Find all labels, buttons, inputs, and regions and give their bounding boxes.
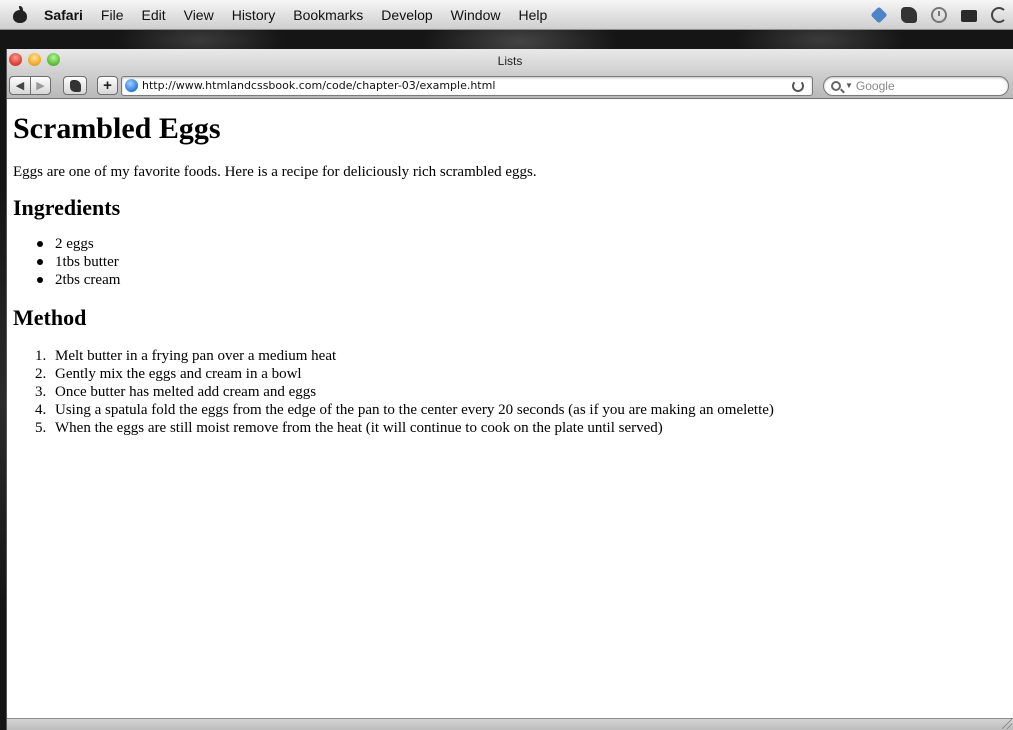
menu-view[interactable]: View — [184, 7, 214, 23]
ingredients-heading: Ingredients — [13, 195, 121, 220]
menu-history[interactable]: History — [232, 7, 276, 23]
list-number: 3. — [35, 384, 47, 400]
ingredients-list: 2 eggs 1tbs butter 2tbs cream — [13, 235, 1008, 289]
evernote-icon[interactable] — [901, 6, 917, 23]
reload-icon[interactable] — [792, 79, 804, 92]
nav-buttons: ◀ ▶ — [9, 76, 51, 95]
list-item: 2tbs cream — [35, 271, 1008, 289]
resize-grip-icon[interactable] — [1002, 719, 1012, 729]
search-field[interactable]: ▼ Google — [823, 75, 1009, 96]
list-item: 2 eggs — [35, 235, 1008, 253]
os-menu-bar: Safari File Edit View History Bookmarks … — [0, 0, 1013, 30]
back-button[interactable]: ◀ — [9, 76, 30, 95]
page-content: Scrambled Eggs Eggs are one of my favori… — [7, 100, 1013, 718]
list-item-text: Gently mix the eggs and cream in a bowl — [55, 366, 302, 382]
menu-edit[interactable]: Edit — [141, 7, 165, 23]
list-item-text: Once butter has melted add cream and egg… — [55, 384, 317, 400]
list-number: 2. — [35, 366, 47, 382]
address-bar[interactable]: http://www.htmlandcssbook.com/code/chapt… — [121, 75, 813, 96]
menu-help[interactable]: Help — [518, 7, 547, 23]
search-icon — [831, 80, 841, 91]
forward-button[interactable]: ▶ — [30, 76, 51, 95]
dropbox-icon[interactable] — [870, 6, 888, 23]
page-title: Scrambled Eggs — [13, 112, 221, 145]
browser-toolbar: ◀ ▶ + http://www.htmlandcssbook.com/code… — [7, 73, 1013, 99]
list-item: 1. Melt butter in a frying pan over a me… — [35, 347, 1008, 365]
forward-arrow-icon: ▶ — [36, 80, 45, 92]
method-heading: Method — [13, 305, 87, 330]
add-bookmark-button[interactable]: + — [97, 76, 118, 95]
chevron-down-icon[interactable]: ▼ — [845, 81, 853, 90]
list-number: 4. — [35, 402, 47, 418]
list-item-text: Using a spatula fold the eggs from the e… — [55, 402, 774, 418]
list-number: 1. — [35, 348, 47, 364]
menu-extras — [870, 6, 1007, 23]
menu-bookmarks[interactable]: Bookmarks — [293, 7, 363, 23]
menu-file[interactable]: File — [101, 7, 124, 23]
window-title: Lists — [497, 54, 523, 68]
list-number: 5. — [35, 420, 47, 436]
list-item: 5. When the eggs are still moist remove … — [35, 419, 1008, 437]
back-arrow-icon: ◀ — [15, 80, 25, 92]
list-item: 2. Gently mix the eggs and cream in a bo… — [35, 365, 1008, 383]
display-icon[interactable] — [961, 9, 977, 22]
list-item: 1tbs butter — [35, 253, 1008, 271]
browser-window: Lists ◀ ▶ + http://www.htmlandcssbook.co… — [6, 49, 1013, 730]
url-text[interactable]: http://www.htmlandcssbook.com/code/chapt… — [142, 79, 495, 92]
evernote-button[interactable] — [63, 76, 87, 95]
list-item: 4. Using a spatula fold the eggs from th… — [35, 401, 1008, 419]
sync-icon[interactable] — [991, 6, 1007, 23]
list-item: 3. Once butter has melted add cream and … — [35, 383, 1008, 401]
time-machine-icon[interactable] — [931, 6, 947, 23]
search-placeholder: Google — [855, 78, 895, 93]
globe-icon — [125, 79, 138, 92]
intro-paragraph: Eggs are one of my favorite foods. Here … — [13, 164, 537, 180]
evernote-icon — [69, 79, 81, 92]
list-item-text: Melt butter in a frying pan over a mediu… — [55, 348, 337, 364]
menu-develop[interactable]: Develop — [381, 7, 432, 23]
menu-safari[interactable]: Safari — [44, 7, 83, 23]
status-bar — [7, 718, 1013, 730]
apple-logo-icon[interactable] — [12, 5, 28, 24]
menu-window[interactable]: Window — [451, 7, 501, 23]
list-item-text: When the eggs are still moist remove fro… — [55, 420, 663, 436]
method-list: 1. Melt butter in a frying pan over a me… — [13, 347, 1008, 437]
window-titlebar[interactable]: Lists — [7, 49, 1013, 73]
